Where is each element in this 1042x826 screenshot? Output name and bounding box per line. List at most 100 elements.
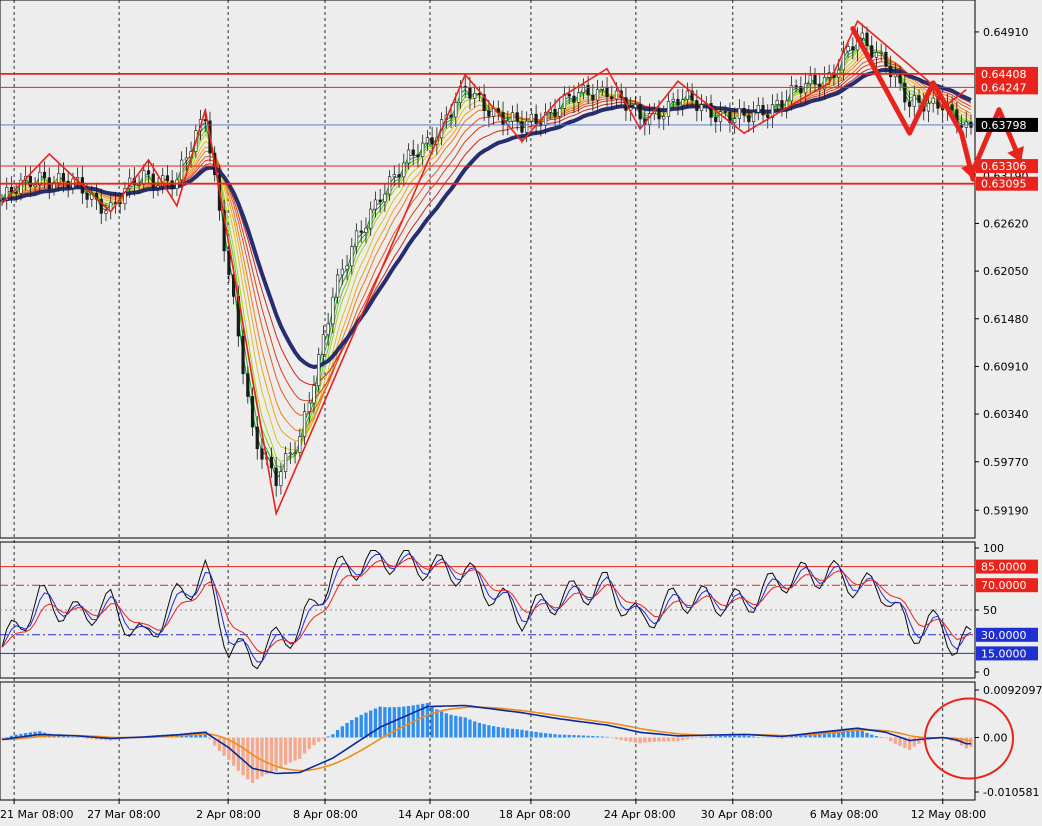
candle-body [340, 268, 344, 276]
candle-body [780, 100, 784, 108]
macd-histogram-bar [435, 709, 439, 738]
candle-body [227, 250, 231, 275]
macd-histogram-bar [747, 735, 751, 738]
candle-body [241, 335, 245, 375]
macd-histogram-bar [487, 725, 491, 738]
macd-histogram-bar [326, 736, 330, 738]
candle-body [699, 104, 704, 111]
candle-body [57, 173, 61, 183]
macd-histogram-bar [595, 736, 600, 738]
macd-histogram-bar [496, 726, 500, 738]
macd-histogram-bar [265, 737, 269, 775]
candle-body [761, 105, 765, 116]
macd-histogram-bar [501, 727, 505, 738]
macd-histogram-bar [345, 722, 349, 738]
macd-histogram-bar [548, 733, 552, 738]
macd-histogram-bar [378, 706, 382, 738]
candle-body [884, 51, 888, 67]
ma-ribbon-line [1, 35, 972, 480]
candle-body [907, 101, 912, 107]
macd-histogram-bar [217, 737, 222, 752]
axes-layer: 0.64910 0.62620 0.62050 0.61480 0.60910 0.603… [0, 26, 1042, 821]
macd-histogram-bar [383, 707, 387, 738]
macd-histogram-bar [539, 732, 543, 738]
trading-chart[interactable]: 0.64910 0.62620 0.62050 0.61480 0.60910 0.603… [0, 0, 1042, 822]
macd-histogram-bar [676, 737, 680, 742]
candle-body [657, 109, 661, 120]
macd-histogram-bar [699, 737, 704, 738]
candle-body [534, 113, 538, 125]
macd-signal-line [1, 706, 972, 772]
macd-histogram-bar [449, 714, 453, 738]
candle-body [874, 52, 879, 58]
macd-histogram-bar [619, 737, 623, 741]
macd-histogram-bar [652, 737, 656, 742]
macd-histogram-bar [709, 736, 713, 738]
candle-body [865, 32, 869, 46]
x-tick-label: 21 Mar 08:00 [0, 808, 73, 821]
panel-frame-3 [0, 681, 976, 801]
macd-histogram-bar [879, 737, 883, 738]
ma-ribbon-line [1, 65, 972, 386]
macd-histogram-bar [208, 737, 212, 740]
candle-body [269, 456, 274, 469]
candle-body [331, 296, 335, 325]
stoch-level-badge: 30.0000 [981, 629, 1027, 642]
macd-histogram-bar [695, 737, 699, 738]
price-level-badge: 0.63095 [981, 178, 1027, 191]
macd-histogram-bar [340, 726, 344, 738]
candle-body [378, 199, 382, 203]
macd-panel[interactable] [0, 697, 1014, 783]
candle-body [879, 51, 883, 54]
candle-body [671, 98, 675, 102]
candle-body [326, 323, 330, 335]
macd-histogram-bar [444, 713, 448, 738]
macd-histogram-bar [893, 737, 898, 744]
macd-histogram-bar [302, 737, 307, 754]
macd-histogram-bar [751, 736, 756, 738]
candle-body [354, 230, 359, 247]
candle-body [288, 452, 292, 455]
stoch-level-badge: 70.0000 [981, 579, 1027, 592]
macd-histogram-bar [430, 706, 434, 738]
candle-body [638, 104, 642, 120]
macd-histogram-bar [279, 737, 283, 768]
candle-body [312, 385, 316, 404]
candle-body [742, 107, 746, 116]
price-panel[interactable] [0, 19, 1024, 517]
candle-body [889, 65, 893, 78]
macd-histogram-bar [624, 737, 628, 741]
candle-body [118, 202, 122, 204]
macd-histogram-bar [898, 737, 902, 747]
candle-body [421, 142, 425, 157]
candle-body [633, 104, 637, 108]
macd-histogram-bar [406, 705, 411, 738]
candle-body [931, 97, 935, 104]
chart-canvas[interactable]: 0.64910 0.62620 0.62050 0.61480 0.60910 0.603… [0, 0, 1042, 822]
ma-ribbon-line [1, 61, 972, 402]
macd-histogram-bar [71, 736, 75, 738]
ma-ribbon-line [1, 54, 972, 432]
candle-body [926, 102, 931, 112]
candle-body [681, 99, 685, 106]
stoch-y-tick: 50 [983, 604, 997, 617]
macd-histogram-bar [506, 728, 510, 738]
candle-body [666, 101, 671, 117]
macd-histogram-bar [780, 737, 784, 739]
candle-body [406, 149, 411, 164]
macd-histogram-bar [364, 712, 368, 738]
stoch-level-badge: 15.0000 [981, 647, 1027, 660]
candle-body [525, 120, 529, 133]
candle-body [9, 186, 14, 193]
candle-body [184, 157, 188, 161]
candle-body [302, 411, 307, 437]
candle-body [912, 95, 916, 107]
candle-body [387, 176, 392, 195]
macd-histogram-bar [454, 715, 458, 738]
stochastic-panel[interactable] [0, 550, 975, 670]
candle-body [553, 108, 557, 117]
slow-moving-average [1, 68, 972, 369]
x-tick-label: 18 Apr 08:00 [499, 808, 571, 821]
candle-body [151, 173, 155, 188]
x-tick-label: 27 Mar 08:00 [87, 808, 160, 821]
